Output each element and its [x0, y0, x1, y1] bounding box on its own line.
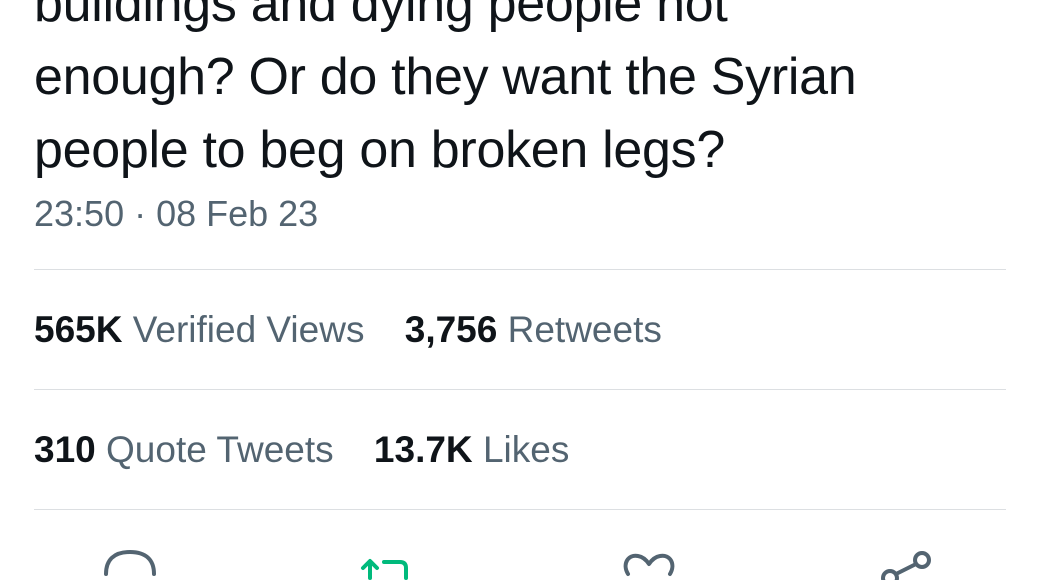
- divider: [34, 509, 1006, 510]
- tweet-text-line: buildings and dying people not: [34, 0, 728, 33]
- divider: [34, 269, 1006, 270]
- stats-row-quotes-likes: 310 Quote Tweets 13.7K Likes: [34, 428, 599, 472]
- views-label: Verified Views: [132, 309, 365, 350]
- quote-tweets-label: Quote Tweets: [106, 429, 334, 470]
- retweet-icon: [361, 559, 408, 580]
- views-stat[interactable]: 565K Verified Views: [34, 308, 364, 352]
- tweet-timestamp[interactable]: 23:50 · 08 Feb 23: [34, 192, 318, 236]
- stats-row-views-retweets: 565K Verified Views 3,756 Retweets: [34, 308, 692, 352]
- likes-label: Likes: [482, 429, 570, 470]
- like-icon: [623, 553, 675, 576]
- views-count: 565K: [34, 309, 123, 350]
- retweets-stat[interactable]: 3,756 Retweets: [405, 308, 662, 352]
- quote-tweets-stat[interactable]: 310 Quote Tweets: [34, 428, 334, 472]
- tweet-text: buildings and dying people not enough? O…: [34, 0, 1014, 187]
- retweets-label: Retweets: [507, 309, 662, 350]
- retweet-button[interactable]: [356, 540, 416, 580]
- tweet-actions-bar: [0, 540, 1038, 580]
- likes-stat[interactable]: 13.7K Likes: [374, 428, 569, 472]
- share-icon: [881, 551, 931, 580]
- tweet-text-line: people to beg on broken legs?: [34, 121, 725, 179]
- likes-count: 13.7K: [373, 429, 473, 470]
- divider: [34, 389, 1006, 390]
- reply-icon: [104, 549, 156, 576]
- retweets-count: 3,756: [404, 309, 498, 350]
- reply-button[interactable]: [100, 540, 160, 580]
- share-button[interactable]: [880, 540, 940, 580]
- like-button[interactable]: [620, 540, 680, 580]
- quote-tweets-count: 310: [34, 429, 96, 470]
- tweet-text-line: enough? Or do they want the Syrian: [34, 48, 857, 106]
